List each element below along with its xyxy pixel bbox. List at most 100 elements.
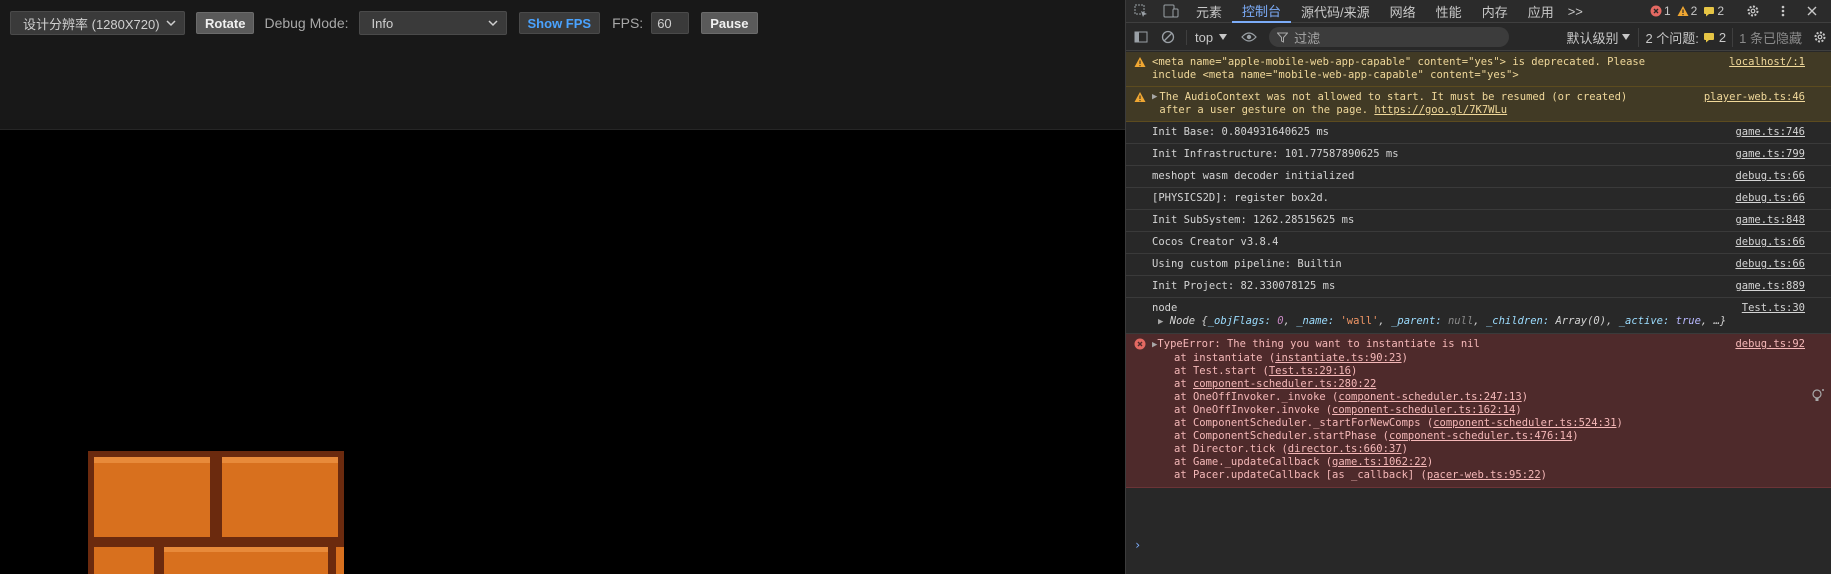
debug-mode-select[interactable]: Info — [358, 11, 507, 35]
chevron-down-icon — [166, 20, 176, 27]
console-message[interactable]: Cocos Creator v3.8.4 debug.ts:66 — [1126, 232, 1831, 254]
rotate-button[interactable]: Rotate — [196, 12, 255, 34]
source-link[interactable]: debug.ts:66 — [1735, 170, 1805, 183]
message-text: Init Infrastructure: 101.77587890625 ms — [1152, 148, 1399, 160]
console-message[interactable]: Init SubSystem: 1262.28515625 ms game.ts:… — [1126, 210, 1831, 232]
stack-frame-link[interactable]: component-scheduler.ts:247:13 — [1338, 391, 1521, 403]
more-options-icon[interactable] — [1780, 4, 1786, 18]
console-message[interactable]: Init Infrastructure: 101.77587890625 ms g… — [1126, 144, 1831, 166]
stack-frame: at Director.tick (director.ts:660:37) — [1174, 443, 1408, 455]
console-toolbar: top 过滤 默认级别 2 个问题: 2 1 条已隐藏 — [1126, 24, 1831, 51]
stack-frame-link[interactable]: instantiate.ts:90:23 — [1275, 352, 1401, 364]
resolution-select[interactable]: 设计分辨率 (1280X720) — [10, 11, 185, 35]
console-message-error[interactable]: ▶TypeError: The thing you want to instan… — [1126, 334, 1831, 488]
pause-button[interactable]: Pause — [701, 12, 758, 34]
tab-network[interactable]: 网络 — [1380, 0, 1426, 23]
stack-frame: at instantiate (instantiate.ts:90:23) — [1174, 352, 1408, 364]
message-text: meshopt wasm decoder initialized — [1152, 170, 1355, 182]
tab-performance[interactable]: 性能 — [1426, 0, 1472, 23]
stack-frame-link[interactable]: Test.ts:29:16 — [1269, 365, 1351, 377]
tab-console[interactable]: 控制台 — [1232, 0, 1292, 23]
hidden-messages-count: 1 条已隐藏 — [1732, 27, 1808, 47]
issues-button[interactable]: 2 个问题: 2 — [1638, 27, 1732, 47]
source-link[interactable]: game.ts:848 — [1735, 214, 1805, 227]
warning-icon — [1134, 92, 1146, 102]
console-output[interactable]: <meta name="apple-mobile-web-app-capable… — [1126, 52, 1831, 574]
source-link[interactable]: game.ts:746 — [1735, 126, 1805, 139]
devtools-panel: 元素 控制台 源代码/来源 网络 性能 内存 应用 >> 1 2 2 top 过… — [1125, 0, 1831, 574]
game-canvas[interactable] — [0, 131, 1125, 574]
message-text: [PHYSICS2D]: register box2d. — [1152, 192, 1330, 204]
filter-input[interactable]: 过滤 — [1269, 27, 1510, 47]
error-icon — [1134, 338, 1146, 350]
error-count[interactable]: 1 — [1650, 4, 1671, 18]
stack-frame-link[interactable]: component-scheduler.ts:476:14 — [1389, 430, 1572, 442]
stack-frame: at ComponentScheduler.startPhase (compon… — [1174, 430, 1579, 442]
source-link[interactable]: Test.ts:30 — [1742, 302, 1805, 315]
console-message-warning[interactable]: ▶ The AudioContext was not allowed to sta… — [1126, 87, 1831, 122]
eye-icon[interactable] — [1235, 26, 1263, 49]
tab-elements[interactable]: 元素 — [1186, 0, 1232, 23]
source-link[interactable]: player-web.ts:46 — [1704, 91, 1805, 104]
console-prompt-input[interactable]: › — [1134, 538, 1141, 552]
message-text: Init SubSystem: 1262.28515625 ms — [1152, 214, 1355, 226]
stack-frame-link[interactable]: component-scheduler.ts:524:31 — [1433, 417, 1616, 429]
debug-mode-value: Info — [371, 15, 394, 31]
stack-frame: at Pacer.updateCallback [as _callback] (… — [1174, 469, 1547, 481]
console-message-object[interactable]: node Test.ts:30 ▶ Node {_objFlags: 0, _n… — [1126, 298, 1831, 334]
tab-memory[interactable]: 内存 — [1472, 0, 1518, 23]
warning-count[interactable]: 2 — [1677, 4, 1697, 18]
stack-frame-link[interactable]: component-scheduler.ts:162:14 — [1332, 404, 1515, 416]
caret-down-icon — [1622, 34, 1631, 40]
console-message[interactable]: meshopt wasm decoder initialized debug.ts… — [1126, 166, 1831, 188]
message-icon — [1704, 7, 1715, 17]
message-text: Cocos Creator v3.8.4 — [1152, 236, 1279, 248]
node-object-preview[interactable]: ▶ Node {_objFlags: 0, _name: 'wall', _pa… — [1152, 315, 1806, 329]
expand-triangle-icon[interactable]: ▶ — [1158, 317, 1163, 327]
devtools-counts[interactable]: 1 2 2 — [1650, 4, 1831, 18]
stack-frame: at Game._updateCallback (game.ts:1062:22… — [1174, 456, 1434, 468]
source-link[interactable]: debug.ts:66 — [1735, 192, 1805, 205]
tab-application[interactable]: 应用 — [1518, 0, 1564, 23]
lightbulb-icon[interactable] — [1810, 388, 1826, 404]
brick-wall-sprite — [88, 451, 344, 574]
warning-icon — [1677, 6, 1689, 16]
source-link[interactable]: debug.ts:92 — [1735, 338, 1805, 351]
console-settings-gear-icon[interactable] — [1808, 26, 1831, 49]
source-link[interactable]: game.ts:799 — [1735, 148, 1805, 161]
more-tabs-button[interactable]: >> — [1564, 0, 1587, 23]
tab-sources[interactable]: 源代码/来源 — [1291, 0, 1380, 23]
stack-frame-link[interactable]: pacer-web.ts:95:22 — [1427, 469, 1541, 481]
gear-icon[interactable] — [1746, 4, 1760, 18]
inspect-element-icon[interactable] — [1126, 0, 1156, 23]
console-message[interactable]: Init Base: 0.804931640625 ms game.ts:746 — [1126, 122, 1831, 144]
context-select[interactable]: top — [1186, 29, 1235, 45]
chevron-down-icon — [487, 20, 498, 27]
console-message[interactable]: [PHYSICS2D]: register box2d. debug.ts:66 — [1126, 188, 1831, 210]
stack-frame: at OneOffInvoker._invoke (component-sche… — [1174, 391, 1529, 403]
warning-icon — [1134, 57, 1146, 67]
console-message[interactable]: Using custom pipeline: Builtin debug.ts:6… — [1126, 254, 1831, 276]
fps-input[interactable]: 60 — [651, 12, 690, 34]
device-toolbar-icon[interactable] — [1156, 0, 1186, 23]
console-message[interactable]: Init Project: 82.330078125 ms game.ts:889 — [1126, 276, 1831, 298]
info-count[interactable]: 2 — [1703, 4, 1724, 18]
preview-toolbar: 设计分辨率 (1280X720) Rotate Debug Mode: Info… — [0, 0, 1125, 130]
game-preview: 设计分辨率 (1280X720) Rotate Debug Mode: Info… — [0, 0, 1125, 574]
devtools-tabbar: 元素 控制台 源代码/来源 网络 性能 内存 应用 >> 1 2 2 — [1126, 0, 1831, 23]
sidebar-toggle-icon[interactable] — [1126, 26, 1156, 49]
show-fps-button[interactable]: Show FPS — [518, 12, 601, 34]
stack-frame-link[interactable]: component-scheduler.ts:280:22 — [1193, 378, 1376, 390]
close-icon[interactable] — [1806, 5, 1818, 17]
console-message-warning[interactable]: <meta name="apple-mobile-web-app-capable… — [1126, 52, 1831, 87]
clear-console-icon[interactable] — [1156, 26, 1180, 49]
stack-frame-link[interactable]: game.ts:1062:22 — [1332, 456, 1427, 468]
source-link[interactable]: game.ts:889 — [1735, 280, 1805, 293]
source-link[interactable]: debug.ts:66 — [1735, 236, 1805, 249]
source-link[interactable]: debug.ts:66 — [1735, 258, 1805, 271]
message-link[interactable]: https://goo.gl/7K7WLu — [1374, 104, 1507, 116]
stack-frame-link[interactable]: director.ts:660:37 — [1288, 443, 1402, 455]
source-link[interactable]: localhost/:1 — [1729, 56, 1805, 69]
log-level-select[interactable]: 默认级别 — [1558, 28, 1638, 47]
message-text: Using custom pipeline: Builtin — [1152, 258, 1342, 270]
